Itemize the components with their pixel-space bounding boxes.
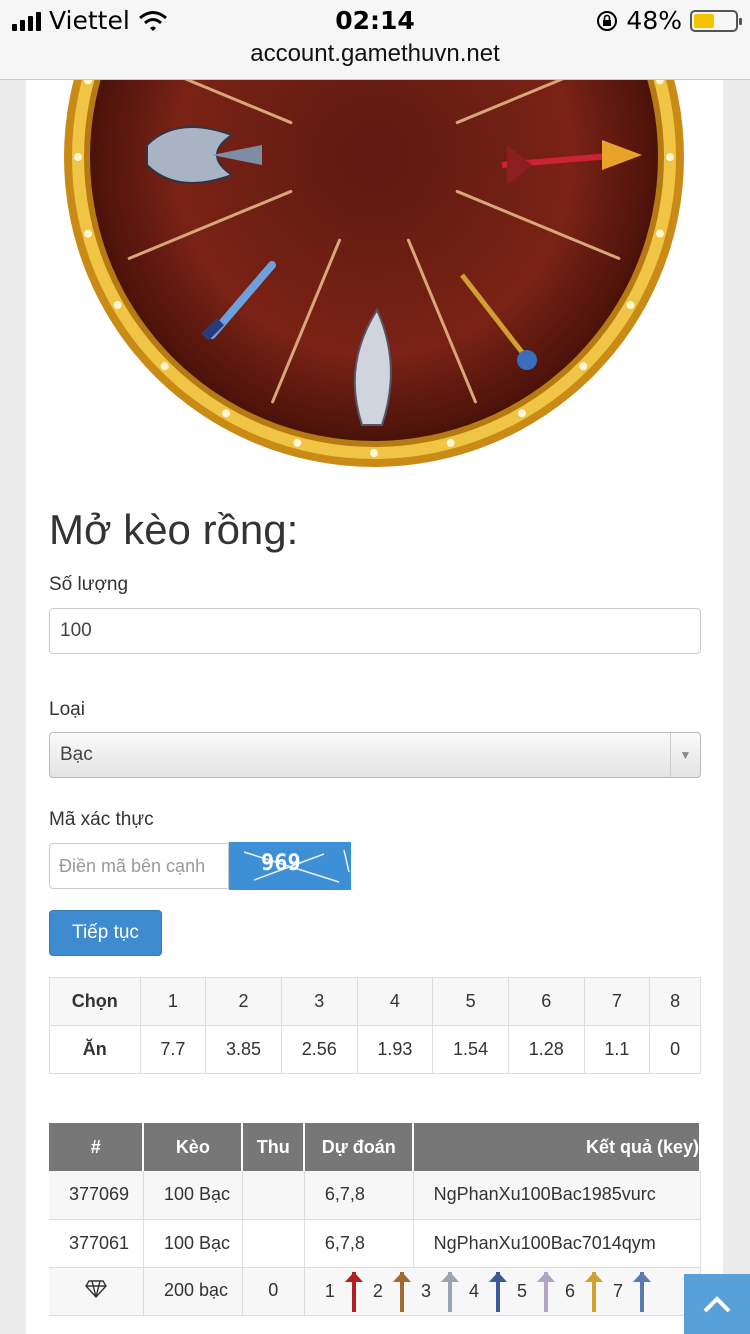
status-right: 48% bbox=[596, 6, 742, 35]
payout-cell: 0 bbox=[649, 1025, 701, 1074]
choice-cell: 1 bbox=[139, 977, 207, 1026]
row-id: 377069 bbox=[49, 1171, 144, 1220]
odds-table: Chọn 1 2 3 4 5 6 7 8 Ăn 7.7 3.85 2.56 1.… bbox=[49, 977, 701, 1074]
page-content: Mở kèo rồng: Số lượng 100 Loại Bạc ▼ Mã … bbox=[26, 80, 723, 1334]
choice-cell: 6 bbox=[507, 977, 585, 1026]
chevron-up-icon bbox=[703, 1296, 731, 1313]
payout-cell: 1.28 bbox=[507, 1025, 585, 1074]
chevron-down-icon: ▼ bbox=[670, 733, 700, 777]
odds-table-container: Chọn 1 2 3 4 5 6 7 8 Ăn 7.7 3.85 2.56 1.… bbox=[49, 977, 701, 1075]
payout-cell: 1.93 bbox=[356, 1025, 434, 1074]
payout-cell: 1.1 bbox=[583, 1025, 651, 1074]
row-thu bbox=[242, 1219, 305, 1268]
row-items: 1 2 3 4 5 6 7 bbox=[304, 1267, 701, 1316]
weapon-icon bbox=[440, 1272, 459, 1312]
odds-row-header-payout: Ăn bbox=[49, 1025, 141, 1074]
row-id: 377061 bbox=[49, 1219, 144, 1268]
history-col-id: # bbox=[49, 1123, 145, 1171]
dragon-wheel[interactable] bbox=[62, 80, 687, 470]
history-col-guess: Dự đoán bbox=[304, 1123, 415, 1171]
choice-cell: 3 bbox=[280, 977, 358, 1026]
page-title: Mở kèo rồng: bbox=[49, 506, 299, 553]
weapon-icon bbox=[344, 1272, 363, 1312]
payout-cell: 2.56 bbox=[280, 1025, 358, 1074]
choice-cell: 7 bbox=[583, 977, 651, 1026]
history-table: # Kèo Thu Dự đoán Kết quả (key) 377069 1… bbox=[49, 1123, 701, 1316]
captcha-image[interactable]: 969 bbox=[229, 842, 351, 890]
type-label: Loại bbox=[49, 699, 85, 720]
weapon-icon bbox=[488, 1272, 507, 1312]
orientation-lock-icon bbox=[597, 10, 618, 31]
item-number: 4 bbox=[468, 1280, 479, 1301]
type-select-value: Bạc bbox=[60, 744, 93, 765]
row-bet: 200 bạc bbox=[143, 1267, 243, 1316]
payout-cell: 3.85 bbox=[205, 1025, 282, 1074]
row-result: NgPhanXu100Bac7014qym bbox=[413, 1219, 701, 1268]
row-result: NgPhanXu100Bac1985vurc bbox=[413, 1171, 701, 1220]
choice-cell: 5 bbox=[432, 977, 509, 1026]
status-bar: Viettel 02:14 48% account.gamethuvn.net bbox=[0, 0, 750, 80]
captcha-label: Mã xác thực bbox=[49, 809, 154, 830]
weapon-icon bbox=[536, 1272, 555, 1312]
captcha-input[interactable]: Điền mã bên cạnh bbox=[49, 843, 229, 889]
table-row: 200 bạc 0 1 2 3 4 5 6 7 bbox=[49, 1267, 701, 1316]
history-col-thu: Thu bbox=[242, 1123, 306, 1171]
row-guess: 6,7,8 bbox=[304, 1219, 414, 1268]
choice-cell: 4 bbox=[356, 977, 434, 1026]
item-number: 7 bbox=[613, 1280, 624, 1301]
payout-cell: 1.54 bbox=[432, 1025, 509, 1074]
quantity-label: Số lượng bbox=[49, 574, 129, 595]
history-table-container[interactable]: # Kèo Thu Dự đoán Kết quả (key) 377069 1… bbox=[49, 1123, 701, 1334]
type-select[interactable]: Bạc ▼ bbox=[49, 732, 701, 778]
row-thu bbox=[242, 1171, 305, 1220]
quantity-input[interactable]: 100 bbox=[49, 608, 701, 654]
choice-cell: 8 bbox=[649, 977, 701, 1026]
history-col-bet: Kèo bbox=[143, 1123, 244, 1171]
battery-percent: 48% bbox=[626, 6, 682, 35]
captcha-text: 969 bbox=[261, 851, 301, 876]
item-number: 2 bbox=[372, 1280, 383, 1301]
battery-icon bbox=[690, 9, 742, 32]
table-row: 377061 100 Bạc 6,7,8 NgPhanXu100Bac7014q… bbox=[49, 1219, 701, 1268]
continue-button[interactable]: Tiếp tục bbox=[49, 910, 162, 956]
odds-row-header-choice: Chọn bbox=[49, 977, 141, 1026]
row-guess: 6,7,8 bbox=[304, 1171, 414, 1220]
item-number: 5 bbox=[516, 1280, 527, 1301]
history-col-result: Kết quả (key) bbox=[413, 1123, 701, 1171]
row-bet: 100 Bạc bbox=[143, 1219, 243, 1268]
address-bar[interactable]: account.gamethuvn.net bbox=[0, 40, 750, 68]
row-thu: 0 bbox=[242, 1267, 305, 1316]
scroll-to-top-button[interactable] bbox=[684, 1274, 750, 1334]
weapon-icon bbox=[392, 1272, 411, 1312]
item-number: 3 bbox=[420, 1280, 431, 1301]
diamond-icon bbox=[49, 1267, 144, 1316]
item-number: 1 bbox=[324, 1280, 335, 1301]
payout-cell: 7.7 bbox=[139, 1025, 207, 1074]
item-number: 6 bbox=[564, 1280, 575, 1301]
weapon-icon bbox=[585, 1272, 603, 1312]
choice-cell: 2 bbox=[205, 977, 282, 1026]
weapon-icon bbox=[633, 1272, 652, 1312]
item-list: 1 2 3 4 5 6 7 bbox=[325, 1268, 700, 1314]
table-row: 377069 100 Bạc 6,7,8 NgPhanXu100Bac1985v… bbox=[49, 1171, 701, 1220]
row-bet: 100 Bạc bbox=[143, 1171, 243, 1220]
